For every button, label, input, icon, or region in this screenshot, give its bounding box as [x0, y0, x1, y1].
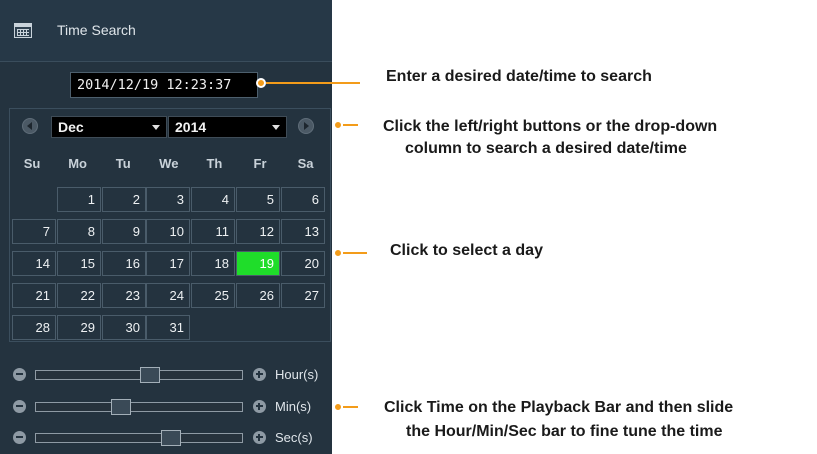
day-cell[interactable]: 29: [57, 315, 101, 340]
callout-sliders-line2: the Hour/Min/Sec bar to fine tune the ti…: [406, 423, 723, 440]
day-cell[interactable]: 14: [12, 251, 56, 276]
slider-unit-label: Sec(s): [275, 430, 313, 445]
day-cell[interactable]: 15: [57, 251, 101, 276]
day-cell[interactable]: 2: [102, 187, 146, 212]
weekday-label: Su: [23, 156, 41, 171]
callout-sliders-line1: Click Time on the Playback Bar and then …: [384, 399, 734, 416]
calendar-icon: [14, 23, 32, 38]
slider-thumb[interactable]: [140, 367, 160, 383]
callout-line: [343, 124, 358, 126]
day-cell[interactable]: 31: [146, 315, 190, 340]
slider-thumb[interactable]: [161, 430, 181, 446]
day-cell[interactable]: 18: [191, 251, 235, 276]
weekday-label: We: [159, 156, 179, 171]
day-cell[interactable]: 30: [102, 315, 146, 340]
day-cell[interactable]: 20: [281, 251, 325, 276]
day-cell[interactable]: 28: [12, 315, 56, 340]
day-cell[interactable]: 23: [102, 283, 146, 308]
day-cell-selected[interactable]: 19: [236, 251, 280, 276]
day-cell[interactable]: 12: [236, 219, 280, 244]
callout-line: [343, 406, 358, 408]
day-cell[interactable]: 10: [146, 219, 190, 244]
time-slider-row: Hour(s): [0, 365, 332, 385]
weekday-label: Mo: [68, 156, 87, 171]
slider-track[interactable]: [35, 430, 243, 446]
month-select-value: Dec: [58, 119, 84, 135]
slider-unit-label: Hour(s): [275, 367, 319, 382]
weekday-label: Th: [206, 156, 223, 171]
prev-month-button[interactable]: [22, 118, 38, 134]
plus-icon[interactable]: [253, 431, 266, 444]
day-cell[interactable]: 9: [102, 219, 146, 244]
chevron-down-icon: [152, 125, 160, 130]
day-cell[interactable]: 5: [236, 187, 280, 212]
panel-title: Time Search: [57, 22, 136, 38]
day-cell[interactable]: 11: [191, 219, 235, 244]
weekday-label: Fr: [253, 156, 267, 171]
time-slider-row: Min(s): [0, 397, 332, 417]
slider-unit-label: Min(s): [275, 399, 312, 414]
minus-icon[interactable]: [13, 400, 26, 413]
slider-track[interactable]: [35, 399, 243, 415]
day-cell[interactable]: 16: [102, 251, 146, 276]
callout-line: [266, 82, 360, 84]
weekday-label: Tu: [115, 156, 131, 171]
day-cell[interactable]: 22: [57, 283, 101, 308]
callout-dot: [333, 402, 343, 412]
slider-track[interactable]: [35, 367, 243, 383]
datetime-input[interactable]: 2014/12/19 12:23:37: [70, 72, 258, 98]
callout-datetime-text: Enter a desired date/time to search: [386, 68, 652, 85]
year-select[interactable]: 2014: [168, 116, 287, 138]
callout-dot: [333, 120, 343, 130]
callout-dot: [333, 248, 343, 258]
chevron-down-icon: [272, 125, 280, 130]
minus-icon[interactable]: [13, 431, 26, 444]
callout-navigation-line1: Click the left/right buttons or the drop…: [383, 118, 718, 135]
day-cell[interactable]: 21: [12, 283, 56, 308]
minus-icon[interactable]: [13, 368, 26, 381]
panel-header: Time Search: [0, 0, 332, 62]
callout-navigation-line2: column to search a desired date/time: [405, 140, 687, 157]
plus-icon[interactable]: [253, 368, 266, 381]
callout-dot: [256, 78, 266, 88]
day-cell[interactable]: 24: [146, 283, 190, 308]
day-cell[interactable]: 3: [146, 187, 190, 212]
weekday-header: Su Mo Tu We Th Fr Sa: [10, 156, 330, 172]
next-month-button[interactable]: [298, 118, 314, 134]
day-cell[interactable]: 8: [57, 219, 101, 244]
day-cell[interactable]: 4: [191, 187, 235, 212]
day-cell[interactable]: 6: [281, 187, 325, 212]
day-cell[interactable]: 13: [281, 219, 325, 244]
year-select-value: 2014: [175, 119, 207, 135]
day-cell[interactable]: 17: [146, 251, 190, 276]
weekday-label: Sa: [297, 156, 314, 171]
day-cell[interactable]: 1: [57, 187, 101, 212]
slider-thumb[interactable]: [111, 399, 131, 415]
plus-icon[interactable]: [253, 400, 266, 413]
day-cell[interactable]: 7: [12, 219, 56, 244]
month-select[interactable]: Dec: [51, 116, 167, 138]
day-cell[interactable]: 25: [191, 283, 235, 308]
callout-line: [343, 252, 367, 254]
day-cell[interactable]: 27: [281, 283, 325, 308]
callout-select-day-text: Click to select a day: [390, 242, 543, 259]
day-cell[interactable]: 26: [236, 283, 280, 308]
time-slider-row: Sec(s): [0, 428, 332, 448]
time-search-panel: Time Search 2014/12/19 12:23:37 Dec 2014…: [0, 0, 332, 454]
